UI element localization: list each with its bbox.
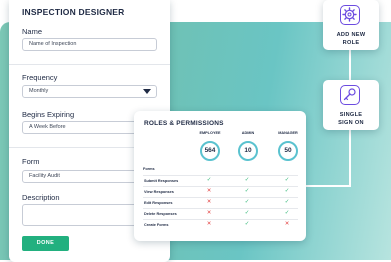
check-icon[interactable]: ✓ xyxy=(282,188,292,194)
sso-line2: SIGN ON xyxy=(338,120,364,126)
name-label: Name xyxy=(22,27,43,36)
roles-permissions-card: ROLES & PERMISSIONS EMPLOYEE ADMIN MANAG… xyxy=(134,111,306,241)
table-row: Delete Responses ✕ ✓ ✓ xyxy=(143,208,298,219)
add-role-line1: ADD NEW xyxy=(336,32,366,38)
begins-expiring-label: Begins Expiring xyxy=(22,110,75,119)
table-row: Edit Responses ✕ ✓ ✓ xyxy=(143,197,298,208)
roles-title: ROLES & PERMISSIONS xyxy=(144,120,224,127)
name-input[interactable]: Name of Inspection xyxy=(22,38,157,51)
form-label: Form xyxy=(22,157,40,166)
table-row: View Responses ✕ ✓ ✓ xyxy=(143,186,298,197)
permission-label: Submit Responses xyxy=(144,179,179,183)
column-header-admin: ADMIN xyxy=(241,131,255,135)
connector-line xyxy=(306,185,351,187)
check-icon[interactable]: ✓ xyxy=(282,210,292,216)
cross-icon[interactable]: ✕ xyxy=(204,210,214,216)
designer-title: INSPECTION DESIGNER xyxy=(22,7,125,17)
cross-icon[interactable]: ✕ xyxy=(282,221,292,227)
frequency-label: Frequency xyxy=(22,73,58,82)
column-header-manager: MANAGER xyxy=(278,131,298,135)
key-icon xyxy=(340,85,360,105)
add-new-role-card[interactable]: ADD NEW ROLE xyxy=(323,0,379,50)
employee-count-badge: 564 xyxy=(200,141,220,161)
check-icon[interactable]: ✓ xyxy=(242,199,252,205)
cross-icon[interactable]: ✕ xyxy=(204,188,214,194)
check-icon[interactable]: ✓ xyxy=(282,177,292,183)
section-label-forms: Forms xyxy=(143,167,155,171)
description-label: Description xyxy=(22,193,60,202)
single-sign-on-card[interactable]: SINGLE SIGN ON xyxy=(323,80,379,130)
done-button[interactable]: DONE xyxy=(22,236,69,251)
permission-label: Create Forms xyxy=(144,223,169,227)
gear-icon xyxy=(340,5,360,25)
column-header-employee: EMPLOYEE xyxy=(199,131,221,135)
permission-label: View Responses xyxy=(144,190,174,194)
frequency-value: Monthly xyxy=(29,88,49,94)
divider xyxy=(9,64,170,65)
check-icon[interactable]: ✓ xyxy=(242,210,252,216)
check-icon[interactable]: ✓ xyxy=(242,188,252,194)
permission-label: Delete Responses xyxy=(144,212,177,216)
admin-count-badge: 10 xyxy=(238,141,258,161)
check-icon[interactable]: ✓ xyxy=(204,177,214,183)
manager-count-badge: 50 xyxy=(278,141,298,161)
chevron-down-icon xyxy=(143,89,151,94)
add-role-line2: ROLE xyxy=(342,40,360,46)
cross-icon[interactable]: ✕ xyxy=(204,221,214,227)
check-icon[interactable]: ✓ xyxy=(242,177,252,183)
table-row: Submit Responses ✓ ✓ ✓ xyxy=(143,175,298,186)
sso-line1: SINGLE xyxy=(339,112,363,118)
connector-line xyxy=(349,50,351,84)
check-icon[interactable]: ✓ xyxy=(282,199,292,205)
table-row: Create Forms ✕ ✓ ✕ xyxy=(143,219,298,230)
connector-line xyxy=(349,129,351,186)
check-icon[interactable]: ✓ xyxy=(242,221,252,227)
cross-icon[interactable]: ✕ xyxy=(204,199,214,205)
permission-label: Edit Responses xyxy=(144,201,173,205)
frequency-select[interactable]: Monthly xyxy=(22,85,157,98)
